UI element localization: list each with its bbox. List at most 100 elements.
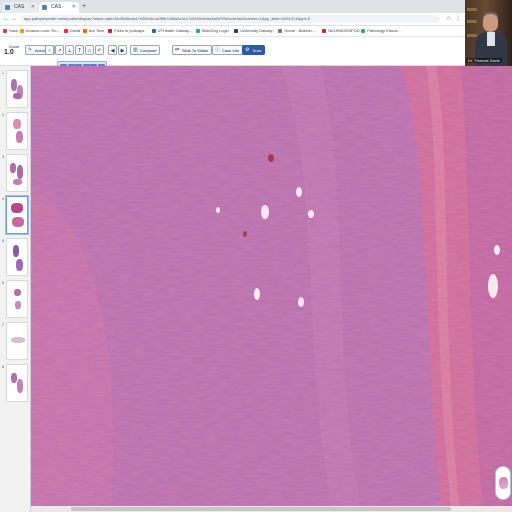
slide-thumbnail[interactable]: 5 xyxy=(2,238,28,276)
bookmark-label: UTHealth Galway... xyxy=(157,28,192,33)
tissue-section xyxy=(13,119,21,129)
slide-viewport[interactable] xyxy=(31,66,512,506)
bookmark-icon xyxy=(82,29,87,33)
zoom-value: 1.0 xyxy=(4,49,14,56)
bookmark-icon xyxy=(3,29,7,33)
bookmark-icon xyxy=(361,29,366,33)
star-icon[interactable]: ☆ xyxy=(446,15,451,23)
thumbnail-index: 1 xyxy=(2,71,4,75)
bookmark-label: Ars Tech xyxy=(88,28,105,33)
ruler-tool-button[interactable]: ⟂ xyxy=(65,45,74,55)
slide-thumbnail[interactable]: 6 xyxy=(2,280,28,318)
tissue-section xyxy=(17,165,23,179)
eraser-tool-button[interactable]: ◇ xyxy=(85,45,94,55)
circle-tool-button[interactable]: ○ xyxy=(45,45,54,55)
tissue-section xyxy=(11,373,17,383)
slide-thumbnail[interactable]: 1 xyxy=(2,70,28,108)
columns-icon: ▥ xyxy=(133,47,138,53)
forward-icon[interactable]: → xyxy=(11,15,17,23)
slide-thumbnail[interactable]: 4 xyxy=(2,196,28,234)
bookmark-label: Pathology Educa... xyxy=(367,28,401,33)
bookmark-label: University Galway... xyxy=(240,28,276,33)
close-tab-icon[interactable]: ✕ xyxy=(31,2,35,13)
slide-thumbnail[interactable]: 3 xyxy=(2,154,28,192)
bookmark-label: SlideDog Login xyxy=(201,28,229,33)
bookmark-item[interactable]: Amazon.com: Ro... xyxy=(19,28,60,34)
bookmark-item[interactable]: SlideDog Login xyxy=(195,28,229,34)
bookmark-icon xyxy=(278,29,283,33)
slide-thumbnail[interactable]: 2 xyxy=(2,112,28,150)
bookmark-item[interactable]: NEURAGENPOD... xyxy=(322,28,363,34)
webcam-video: Dr. Thomas Davis xyxy=(465,0,512,66)
slide-overview-button[interactable] xyxy=(495,466,511,500)
thumbnail-index: 7 xyxy=(2,323,4,327)
thumbnail-index: 4 xyxy=(2,197,4,201)
thumbnail-index: 6 xyxy=(2,281,4,285)
prev-slide-button[interactable]: ◀ xyxy=(108,45,117,55)
bookmark-label: NEURAGENPOD... xyxy=(328,28,364,33)
new-tab-icon[interactable]: + xyxy=(82,2,86,12)
browser-tab-bar: CAS ✕ CAS ✕ + xyxy=(0,0,465,13)
bookmark-label: Home - Bulletin... xyxy=(284,28,316,33)
case-info-button[interactable]: ⓘ Case Info xyxy=(212,45,244,55)
bookmark-label: Sass xyxy=(9,28,18,33)
bookmark-item[interactable]: Ars Tech xyxy=(82,28,105,34)
bookshelf xyxy=(467,20,477,23)
tab-favicon-icon xyxy=(42,5,47,10)
bookmark-item[interactable]: Sass xyxy=(3,28,18,34)
presenter-shirt xyxy=(487,32,495,46)
tab-favicon-icon xyxy=(5,5,10,10)
bookmark-item[interactable]: Gmail xyxy=(63,28,81,34)
tab-label: CAS xyxy=(14,4,25,10)
thumbnail-index: 5 xyxy=(2,239,4,243)
menu-icon[interactable]: ⋮ xyxy=(455,15,461,23)
bookmark-icon xyxy=(234,29,239,33)
scrollbar-thumb[interactable] xyxy=(71,507,451,511)
bookmark-icon xyxy=(63,29,68,33)
tab-label: CAS xyxy=(51,4,62,10)
thumbnail-index: 2 xyxy=(2,113,4,117)
bookmark-label: Fixes in podcaps xyxy=(114,28,145,33)
eraser-icon: ◇ xyxy=(87,48,92,54)
bookmark-icon xyxy=(108,29,113,33)
browser-tab-1[interactable]: CAS ✕ xyxy=(2,2,38,13)
slide-thumbnail[interactable]: 8 xyxy=(2,364,28,402)
close-tab-icon[interactable]: ✕ xyxy=(72,2,76,13)
slide-to-slides-button[interactable]: ⇄ Slide To Slides xyxy=(172,45,213,55)
arrows-icon: ⇄ xyxy=(175,47,180,53)
presenter-name: Dr. Thomas Davis xyxy=(466,58,502,63)
pencil-icon: ✎ xyxy=(28,47,33,53)
address-bar: ← → app.pathpresenter.net/#/public/displ… xyxy=(0,13,465,26)
bookmark-icon xyxy=(322,29,327,33)
tissue-section xyxy=(17,379,23,393)
compare-button[interactable]: ▥ Compare xyxy=(130,45,161,55)
circle-icon: ○ xyxy=(47,48,52,54)
url-field[interactable]: app.pathpresenter.net/#/public/display?t… xyxy=(20,15,440,23)
tools-button[interactable]: ⚙ Tools xyxy=(242,45,266,55)
bookmark-icon xyxy=(19,29,24,33)
bookmark-item[interactable]: Home - Bulletin... xyxy=(278,28,315,34)
bookmark-item[interactable]: Pathology Educa... xyxy=(361,28,401,34)
tissue-section xyxy=(12,217,24,227)
bookmark-item[interactable]: University Galway... xyxy=(234,28,275,34)
undo-tool-button[interactable]: ↶ xyxy=(95,45,104,55)
tissue-section xyxy=(10,163,16,173)
bookmark-item[interactable]: UTHealth Galway... xyxy=(151,28,192,34)
browser-tab-2[interactable]: CAS ✕ xyxy=(39,2,79,13)
slide-thumbnail[interactable]: 7 xyxy=(2,322,28,360)
bookmark-label: Gmail xyxy=(69,28,81,33)
back-icon[interactable]: ← xyxy=(3,15,9,23)
bookmark-item[interactable]: Fixes in podcaps xyxy=(108,28,144,34)
tissue-section xyxy=(14,289,21,296)
next-slide-button[interactable]: ▶ xyxy=(118,45,127,55)
horizontal-scrollbar[interactable] xyxy=(31,506,512,512)
ruler-icon: ⟂ xyxy=(67,48,72,54)
arrow-tool-button[interactable]: ↗ xyxy=(55,45,64,55)
fiber-texture xyxy=(31,66,512,506)
text-tool-button[interactable]: T xyxy=(75,45,84,55)
presenter-face xyxy=(483,14,498,32)
histology-image xyxy=(31,66,512,506)
slide-thumbnail-strip: 1 2 3 4 5 6 7 8 xyxy=(0,66,31,512)
tissue-section xyxy=(16,131,23,143)
tissue-section xyxy=(13,93,21,99)
